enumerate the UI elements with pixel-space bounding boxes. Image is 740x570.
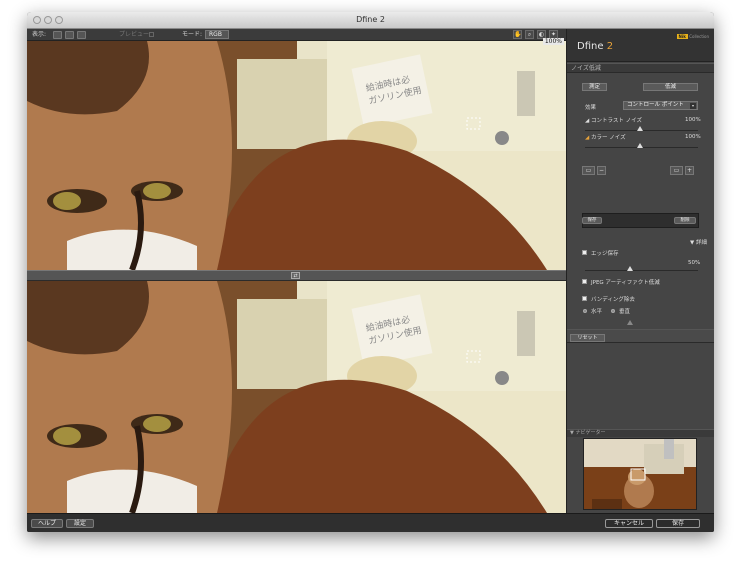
split-divider[interactable]: ⇄: [27, 270, 566, 281]
delete-preset-button[interactable]: 削除: [674, 217, 696, 224]
edge-preserve-checkbox[interactable]: [582, 250, 587, 255]
mode-value: RGB: [209, 31, 222, 38]
help-button[interactable]: ヘルプ: [31, 519, 63, 528]
contrast-noise-value: 100%: [685, 117, 701, 123]
title-bar: Dfine 2: [27, 12, 714, 29]
tab-measure[interactable]: 測定: [582, 83, 607, 91]
navigator-title: ナビゲーター: [575, 430, 606, 436]
mode-select[interactable]: RGB: [205, 30, 229, 39]
preview-toolbar: 表示: プレビュー モード: RGB ✋ ⌕ ◐ ✦: [27, 29, 566, 41]
contrast-noise-label: ◢ コントラスト ノイズ: [585, 116, 642, 124]
contrast-noise-text: コントラスト ノイズ: [590, 118, 642, 124]
edge-preserve-slider-thumb[interactable]: [627, 266, 633, 271]
color-noise-label: ◢ カラー ノイズ: [585, 133, 626, 141]
cat-photo-before: 給油時は必 ガソリン使用: [27, 41, 566, 270]
save-button[interactable]: 保存: [656, 519, 700, 528]
triangle-down-icon: ▼: [690, 240, 695, 246]
view-label: 表示:: [32, 31, 47, 38]
banding-label: バンディング除去: [591, 297, 635, 303]
product-version: 2: [606, 41, 614, 52]
noise-reduction-section[interactable]: ノイズ低減: [567, 63, 714, 73]
vertical-radio[interactable]: [611, 309, 615, 313]
edge-preserve-value: 50%: [688, 260, 701, 266]
preview-label: プレビュー: [119, 31, 150, 38]
horizontal-radio[interactable]: [583, 309, 587, 313]
section-title-noise: ノイズ低減: [571, 65, 601, 72]
add-button[interactable]: +: [685, 166, 694, 175]
add-color-range-button[interactable]: ▭: [670, 166, 683, 175]
single-view-button[interactable]: [53, 31, 62, 39]
reset-button[interactable]: リセット: [570, 334, 605, 342]
cat-photo-after: 給油時は必 ガソリン使用: [27, 281, 566, 513]
edge-preserve-label: エッジ保存: [591, 251, 619, 257]
banding-checkbox[interactable]: [582, 296, 587, 301]
zoom-tool-icon[interactable]: ⌕: [525, 30, 534, 39]
swap-split-icon[interactable]: ⇄: [291, 272, 300, 279]
remove-control-point-button[interactable]: −: [597, 166, 606, 175]
mode-label: モード:: [182, 31, 203, 38]
chevron-down-icon: ▾: [690, 103, 696, 109]
triangle-icon: ◢: [585, 135, 590, 141]
cancel-button[interactable]: キャンセル: [605, 519, 653, 528]
color-noise-value: 100%: [685, 134, 701, 140]
window-title: Dfine 2: [356, 15, 385, 24]
horizontal-label: 水平: [591, 309, 603, 315]
preview-image-after[interactable]: 給油時は必 ガソリン使用: [27, 281, 566, 513]
panel-header: Nik Collection Dfine 2: [567, 29, 714, 62]
contrast-noise-slider-thumb[interactable]: [637, 126, 643, 131]
details-text: 詳細: [695, 240, 707, 246]
navigator-header[interactable]: ▼ ナビゲーター: [567, 429, 714, 437]
color-noise-slider-thumb[interactable]: [637, 143, 643, 148]
vertical-label: 垂直: [619, 309, 631, 315]
preview-image-before[interactable]: 給油時は必 ガソリン使用: [27, 41, 566, 270]
side-by-side-view-button[interactable]: [77, 31, 86, 39]
split-view-button[interactable]: [65, 31, 74, 39]
panel-empty-area: [567, 347, 714, 429]
product-title: Dfine: [577, 41, 604, 52]
navigator-thumbnail-image: [584, 439, 696, 509]
control-panel: Nik Collection Dfine 2 ノイズ低減 測定 低減 効果 コン…: [566, 29, 714, 513]
method-value: コントロール ポイント: [627, 102, 684, 108]
jpeg-artifact-checkbox[interactable]: [582, 279, 587, 284]
save-preset-button[interactable]: 保存: [582, 217, 602, 224]
navigator-thumbnail[interactable]: [583, 438, 697, 510]
nik-logo-text: Nik: [676, 34, 688, 39]
settings-button[interactable]: 設定: [66, 519, 94, 528]
color-noise-text: カラー ノイズ: [590, 135, 626, 141]
preview-checkbox[interactable]: [149, 32, 154, 37]
triangle-icon: ◢: [585, 118, 590, 124]
banding-slider-thumb[interactable]: [627, 320, 633, 325]
product-name: Dfine 2: [577, 41, 613, 52]
method-select[interactable]: コントロール ポイント ▾: [623, 101, 698, 110]
nik-collection-badge: Nik Collection: [676, 34, 709, 39]
method-label: 効果: [585, 105, 597, 111]
zoom-readout: 100%: [542, 38, 564, 45]
jpeg-artifact-label: JPEG アーティファクト低減: [591, 280, 660, 286]
bottom-bar: ヘルプ 設定 キャンセル 保存: [27, 513, 714, 532]
add-control-point-button[interactable]: ▭: [582, 166, 595, 175]
tab-reduce[interactable]: 低減: [643, 83, 698, 91]
triangle-down-icon: ▼: [570, 430, 574, 436]
collection-text: Collection: [689, 34, 709, 39]
hand-tool-icon[interactable]: ✋: [513, 30, 522, 39]
edge-preserve-slider[interactable]: [585, 270, 698, 271]
dfine-window: Dfine 2 表示: プレビュー モード: RGB ✋ ⌕ ◐ ✦ 100% …: [27, 12, 714, 532]
details-toggle[interactable]: ▼ 詳細: [690, 238, 707, 246]
